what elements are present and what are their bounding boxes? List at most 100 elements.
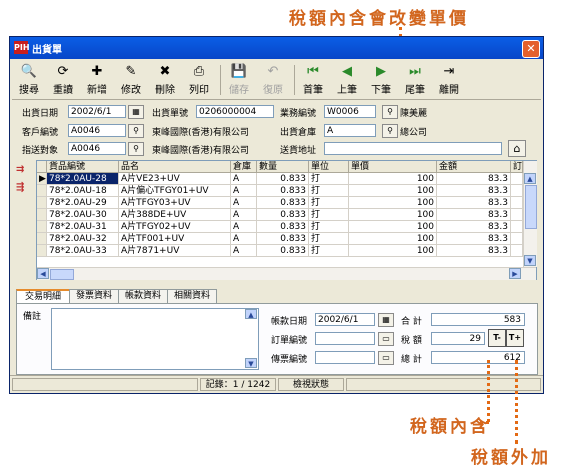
- hscroll-thumb[interactable]: [50, 269, 74, 280]
- row-header[interactable]: [37, 185, 47, 197]
- cell-amount[interactable]: 83.3: [437, 173, 511, 185]
- cell-price[interactable]: 100: [349, 245, 437, 257]
- cell-amount[interactable]: 83.3: [437, 185, 511, 197]
- grid-header[interactable]: 單位: [309, 161, 349, 173]
- lookup-icon[interactable]: ⚲: [382, 124, 398, 138]
- cell-warehouse[interactable]: A: [231, 233, 257, 245]
- insert-row-icon[interactable]: ⇉: [16, 164, 24, 175]
- new-button[interactable]: ✚ 新增: [82, 63, 112, 97]
- scroll-down-icon[interactable]: ▼: [245, 358, 257, 368]
- table-row[interactable]: 78*2.0AU-32 A片TF001+UV A 0.833 打 100 83.3: [37, 233, 523, 245]
- customer-no-field[interactable]: A0046: [68, 124, 126, 137]
- cell-code[interactable]: 78*2.0AU-30: [47, 209, 119, 221]
- row-header[interactable]: [37, 245, 47, 257]
- cell-qty[interactable]: 0.833: [257, 185, 309, 197]
- grid-header[interactable]: 訂: [511, 161, 523, 173]
- table-row[interactable]: 78*2.0AU-31 A片TFGY02+UV A 0.833 打 100 83.3: [37, 221, 523, 233]
- cell-name[interactable]: A片偏心TFGY01+UV: [119, 185, 231, 197]
- cell-name[interactable]: A片388DE+UV: [119, 209, 231, 221]
- cell-warehouse[interactable]: A: [231, 185, 257, 197]
- voucher-no-field[interactable]: [315, 351, 375, 364]
- cell-unit[interactable]: 打: [309, 197, 349, 209]
- first-record-button[interactable]: ⏮ 首筆: [298, 63, 328, 97]
- cell-price[interactable]: 100: [349, 221, 437, 233]
- cell-price[interactable]: 100: [349, 209, 437, 221]
- save-button[interactable]: 💾 儲存: [224, 63, 254, 97]
- cell-amount[interactable]: 83.3: [437, 233, 511, 245]
- cell-extra[interactable]: [511, 209, 523, 221]
- tab-account[interactable]: 帳款資料: [118, 289, 168, 303]
- prev-record-button[interactable]: ◀ 上筆: [332, 63, 362, 97]
- lookup-icon[interactable]: ⚲: [382, 105, 398, 119]
- order-no-field[interactable]: [315, 332, 375, 345]
- grid-header[interactable]: 倉庫: [231, 161, 257, 173]
- row-header[interactable]: [37, 209, 47, 221]
- folder-icon[interactable]: ▭: [378, 332, 394, 346]
- cell-unit[interactable]: 打: [309, 209, 349, 221]
- table-row[interactable]: ▶ 78*2.0AU-28 A片VE23+UV A 0.833 打 100 83.3: [37, 173, 523, 185]
- cell-amount[interactable]: 83.3: [437, 221, 511, 233]
- cell-code[interactable]: 78*2.0AU-18: [47, 185, 119, 197]
- cell-code[interactable]: 78*2.0AU-31: [47, 221, 119, 233]
- cell-extra[interactable]: [511, 197, 523, 209]
- cell-warehouse[interactable]: A: [231, 209, 257, 221]
- print-button[interactable]: ⎙ 列印: [184, 63, 214, 97]
- scroll-left-icon[interactable]: ◀: [37, 268, 49, 279]
- reload-button[interactable]: ⟳ 重讀: [48, 63, 78, 97]
- last-record-button[interactable]: ⏭ 尾筆: [400, 63, 430, 97]
- cell-price[interactable]: 100: [349, 173, 437, 185]
- calendar-icon[interactable]: ▦: [128, 105, 144, 119]
- ship-no-field[interactable]: 0206000004: [196, 105, 274, 118]
- row-header[interactable]: [37, 233, 47, 245]
- cell-extra[interactable]: [511, 245, 523, 257]
- pay-date-field[interactable]: 2002/6/1: [315, 313, 375, 326]
- sales-no-field[interactable]: W0006: [324, 105, 376, 118]
- cell-extra[interactable]: [511, 233, 523, 245]
- ship-date-field[interactable]: 2002/6/1: [68, 105, 126, 118]
- cell-name[interactable]: A片TF001+UV: [119, 233, 231, 245]
- exit-button[interactable]: ⇥ 離開: [434, 63, 464, 97]
- current-row-indicator-icon[interactable]: ▶: [37, 173, 47, 185]
- tax-exclusive-button[interactable]: T+: [506, 329, 524, 347]
- table-row[interactable]: 78*2.0AU-18 A片偏心TFGY01+UV A 0.833 打 100 83.3: [37, 185, 523, 197]
- cell-unit[interactable]: 打: [309, 221, 349, 233]
- cell-name[interactable]: A片VE23+UV: [119, 173, 231, 185]
- house-icon[interactable]: ⌂: [508, 140, 526, 157]
- scroll-up-icon[interactable]: ▲: [245, 309, 257, 319]
- cell-unit[interactable]: 打: [309, 185, 349, 197]
- next-record-button[interactable]: ▶ 下筆: [366, 63, 396, 97]
- cell-price[interactable]: 100: [349, 233, 437, 245]
- scroll-right-icon[interactable]: ▶: [509, 268, 521, 279]
- undo-button[interactable]: ↶ 復原: [258, 63, 288, 97]
- grid-header[interactable]: 金額: [437, 161, 511, 173]
- tax-inclusive-button[interactable]: T-: [488, 329, 506, 347]
- cell-extra[interactable]: [511, 221, 523, 233]
- cell-warehouse[interactable]: A: [231, 221, 257, 233]
- row-header[interactable]: [37, 221, 47, 233]
- vscroll-thumb[interactable]: [525, 185, 537, 229]
- cell-name[interactable]: A片TFGY03+UV: [119, 197, 231, 209]
- grid-header[interactable]: 數量: [257, 161, 309, 173]
- grid-header[interactable]: 品名: [119, 161, 231, 173]
- title-bar[interactable]: PIH 出貨單 ✕: [10, 37, 543, 59]
- folder-icon[interactable]: ▭: [378, 351, 394, 365]
- grid-vscrollbar[interactable]: ▲ ▼: [523, 161, 537, 267]
- warehouse-field[interactable]: A: [324, 124, 376, 137]
- delete-row-icon[interactable]: ⇶: [16, 182, 24, 193]
- memo-textarea[interactable]: ▲ ▼: [51, 308, 259, 370]
- scroll-down-icon[interactable]: ▼: [524, 255, 536, 266]
- cell-unit[interactable]: 打: [309, 233, 349, 245]
- cell-warehouse[interactable]: A: [231, 173, 257, 185]
- lookup-icon[interactable]: ⚲: [128, 124, 144, 138]
- cell-code[interactable]: 78*2.0AU-28: [47, 173, 119, 185]
- cell-unit[interactable]: 打: [309, 173, 349, 185]
- tax-field[interactable]: 29: [431, 332, 485, 345]
- cell-code[interactable]: 78*2.0AU-32: [47, 233, 119, 245]
- cell-extra[interactable]: [511, 185, 523, 197]
- cell-price[interactable]: 100: [349, 185, 437, 197]
- cell-name[interactable]: A片7871+UV: [119, 245, 231, 257]
- grid-header[interactable]: 單價: [349, 161, 437, 173]
- deliver-to-field[interactable]: A0046: [68, 142, 126, 155]
- grid-hscrollbar[interactable]: ◀ ▶: [37, 267, 536, 280]
- table-row[interactable]: 78*2.0AU-29 A片TFGY03+UV A 0.833 打 100 83.3: [37, 197, 523, 209]
